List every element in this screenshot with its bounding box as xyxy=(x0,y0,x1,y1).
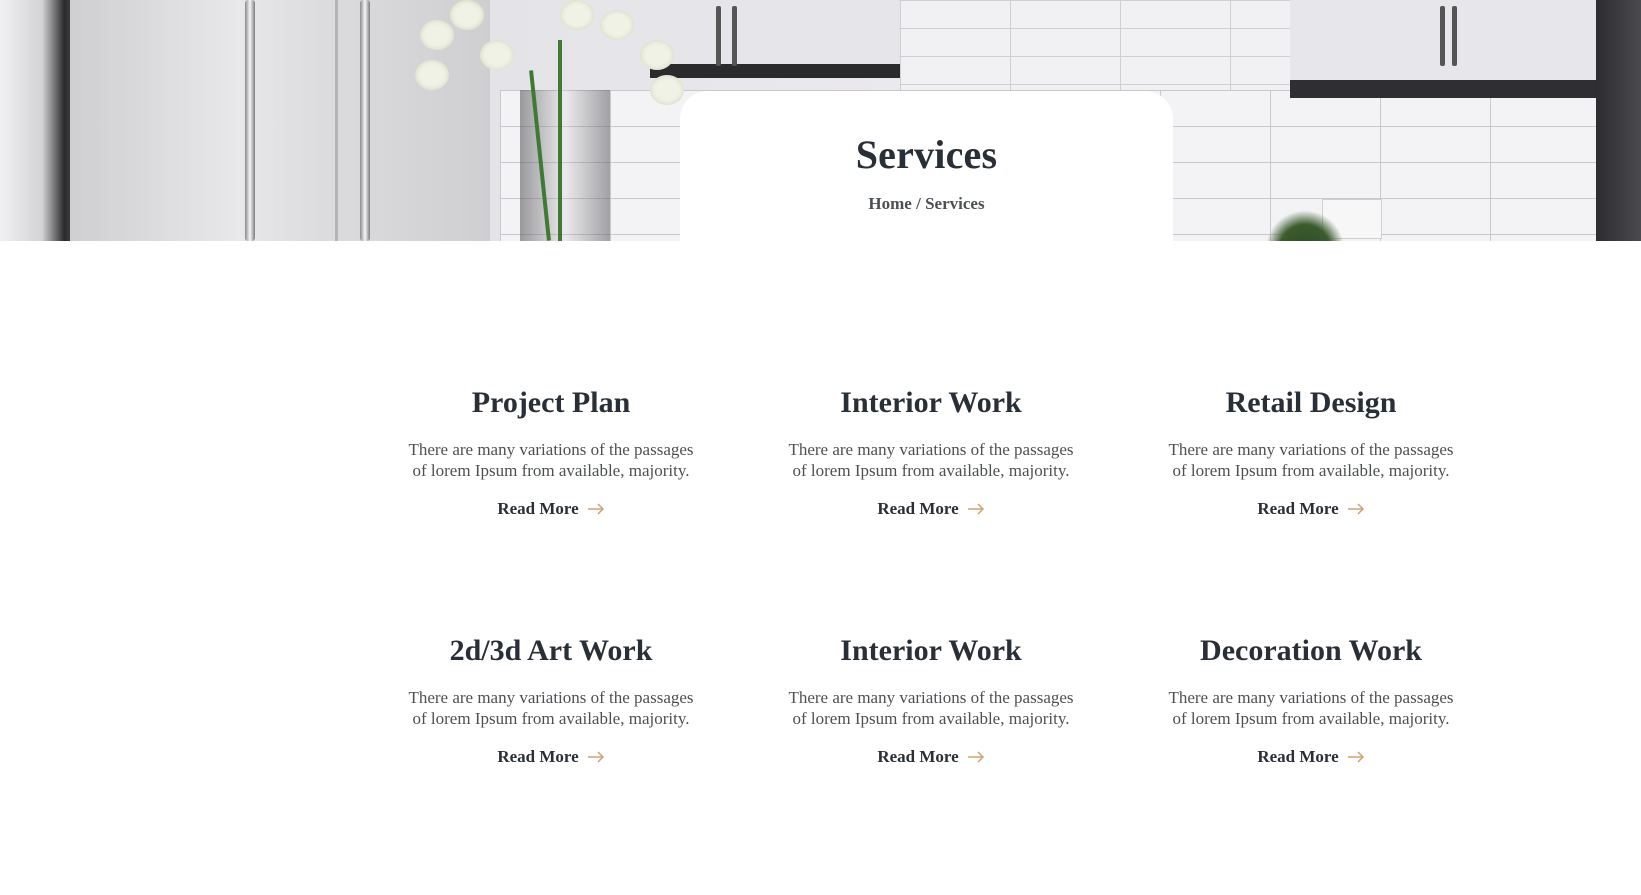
hero-photo-cabinet-handle xyxy=(732,6,737,66)
service-description: There are many variations of the passage… xyxy=(1168,688,1454,728)
service-card: Decoration Work There are many variation… xyxy=(1146,633,1476,767)
hero-photo-cabinet-handle xyxy=(1452,6,1457,66)
hero-photo-orchid xyxy=(450,0,484,30)
page-title: Services xyxy=(855,132,998,177)
read-more-label: Read More xyxy=(497,747,579,766)
service-title: Interior Work xyxy=(840,634,1022,667)
breadcrumb-current: Services xyxy=(925,194,985,213)
hero-photo-orchid xyxy=(415,60,449,90)
service-card: Interior Work There are many variations … xyxy=(766,385,1096,519)
service-description: There are many variations of the passage… xyxy=(1168,440,1454,480)
read-more-link[interactable]: Read More xyxy=(877,499,984,519)
service-card: Retail Design There are many variations … xyxy=(1146,385,1476,519)
read-more-label: Read More xyxy=(1257,747,1339,766)
hero-photo-right-edge xyxy=(1596,0,1641,241)
arrow-right-icon xyxy=(1347,751,1364,763)
read-more-link[interactable]: Read More xyxy=(1257,499,1364,519)
arrow-right-icon xyxy=(967,503,984,515)
service-card: Project Plan There are many variations o… xyxy=(386,385,716,519)
service-title: Project Plan xyxy=(471,386,631,419)
service-description: There are many variations of the passage… xyxy=(788,688,1074,728)
hero-photo-orchid xyxy=(480,40,514,70)
hero-photo-backsplash-upper xyxy=(900,0,1290,90)
read-more-link[interactable]: Read More xyxy=(877,747,984,767)
read-more-label: Read More xyxy=(877,499,959,518)
breadcrumb: Home / Services xyxy=(680,194,1173,214)
service-description: There are many variations of the passage… xyxy=(788,440,1074,480)
service-title: 2d/3d Art Work xyxy=(449,634,653,667)
hero-photo-orchid xyxy=(640,40,674,70)
service-title: Decoration Work xyxy=(1200,634,1422,667)
read-more-link[interactable]: Read More xyxy=(497,499,604,519)
read-more-label: Read More xyxy=(1257,499,1339,518)
read-more-link[interactable]: Read More xyxy=(497,747,604,767)
hero-photo-fridge-seam xyxy=(335,0,338,241)
service-card: 2d/3d Art Work There are many variations… xyxy=(386,633,716,767)
hero-photo-orchid xyxy=(560,0,594,30)
hero-photo-fridge-handle xyxy=(245,0,255,241)
hero-photo-plant xyxy=(1265,210,1345,241)
service-card: Interior Work There are many variations … xyxy=(766,633,1096,767)
hero-photo-orchid xyxy=(420,20,454,50)
hero-photo-fridge-handle xyxy=(360,0,370,241)
read-more-link[interactable]: Read More xyxy=(1257,747,1364,767)
page-title-card: Services Home / Services xyxy=(680,91,1173,241)
breadcrumb-home-link[interactable]: Home xyxy=(868,194,911,213)
breadcrumb-separator: / xyxy=(911,194,926,213)
read-more-label: Read More xyxy=(497,499,579,518)
service-title: Retail Design xyxy=(1225,386,1397,419)
read-more-label: Read More xyxy=(877,747,959,766)
hero-banner: Services Home / Services xyxy=(0,0,1641,241)
hero-photo-stem xyxy=(558,40,562,241)
hero-photo-cabinet-handle xyxy=(716,6,721,66)
hero-photo-orchid xyxy=(600,10,634,40)
hero-photo-orchid xyxy=(650,75,684,105)
hero-photo-cabinet-right xyxy=(1290,0,1600,98)
hero-photo-cabinet-handle xyxy=(1440,6,1445,66)
hero-photo-cabinet-left xyxy=(650,0,900,78)
service-description: There are many variations of the passage… xyxy=(408,440,694,480)
arrow-right-icon xyxy=(1347,503,1364,515)
arrow-right-icon xyxy=(587,751,604,763)
hero-photo-fridge-edge xyxy=(0,0,70,241)
arrow-right-icon xyxy=(967,751,984,763)
arrow-right-icon xyxy=(587,503,604,515)
service-title: Interior Work xyxy=(840,386,1022,419)
service-description: There are many variations of the passage… xyxy=(408,688,694,728)
